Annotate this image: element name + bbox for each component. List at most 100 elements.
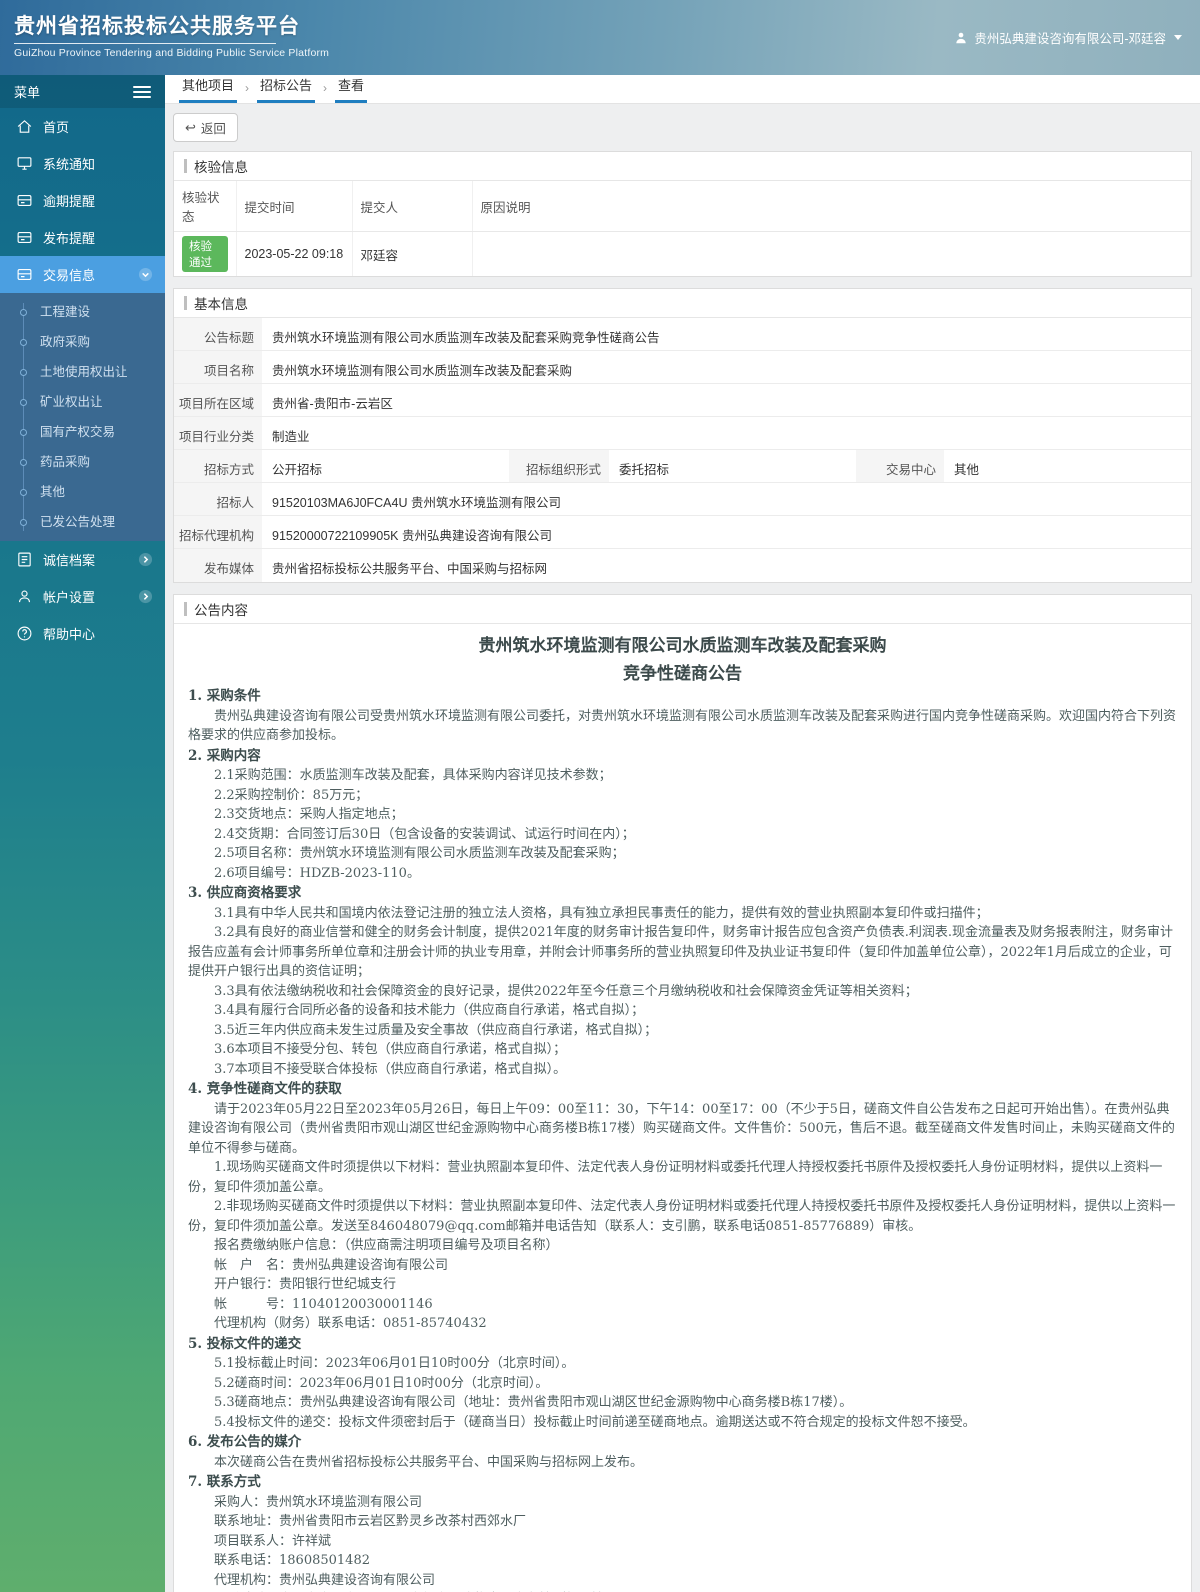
sidebar-item-home[interactable]: 首页 bbox=[0, 108, 165, 145]
back-button-label: 返回 bbox=[200, 122, 226, 136]
field-row-notice-title: 公告标题 贵州筑水环境监测有限公司水质监测车改装及配套采购竞争性磋商公告 bbox=[174, 318, 1191, 351]
doc-title-line1: 贵州筑水环境监测有限公司水质监测车改装及配套采购 bbox=[478, 636, 887, 656]
submenu-item-construction[interactable]: 工程建设 bbox=[0, 297, 165, 327]
doc-paragraph: 2.6项目编号：HDZB-2023-110。 bbox=[214, 865, 420, 881]
reason-cell bbox=[472, 231, 1191, 276]
doc-paragraph: 2.2采购控制价：85万元； bbox=[214, 787, 369, 803]
doc-section-heading: 6. 发布公告的媒介 bbox=[188, 1434, 302, 1450]
field-value: 其他 bbox=[954, 463, 980, 477]
hamburger-icon[interactable] bbox=[133, 83, 151, 101]
doc-section-heading: 2. 采购内容 bbox=[188, 747, 261, 764]
sidebar-item-system-notice[interactable]: 系统通知 bbox=[0, 145, 165, 182]
col-submitter: 提交人 bbox=[352, 181, 473, 232]
breadcrumb-item-tender-notice[interactable]: 招标公告 bbox=[257, 75, 316, 103]
chevron-right-icon bbox=[138, 589, 153, 604]
basic-panel-title: 基本信息 bbox=[194, 297, 248, 312]
doc-body: 1. 采购条件 贵州弘典建设咨询有限公司受贵州筑水环境监测有限公司委托，对贵州筑水… bbox=[188, 687, 1177, 1592]
user-icon bbox=[956, 32, 966, 43]
field-value: 公开招标 bbox=[272, 463, 323, 477]
sidebar-item-trade-info[interactable]: 交易信息 bbox=[0, 256, 165, 293]
toolbar: ↩ 返回 bbox=[165, 104, 1200, 151]
col-submit-time: 提交时间 bbox=[236, 181, 353, 232]
doc-paragraph: 3.4具有履行合同所必备的设备和技术能力（供应商自行承诺，格式自拟）； bbox=[214, 1003, 645, 1018]
breadcrumb-item-view[interactable]: 查看 bbox=[335, 75, 368, 103]
verify-info-panel: 核验信息 核验状态 提交时间 提交人 原因说明 核验通过 2023-05-22 … bbox=[173, 151, 1192, 277]
verify-table: 核验状态 提交时间 提交人 原因说明 核验通过 2023-05-22 09:18… bbox=[174, 181, 1191, 276]
doc-paragraph: 2.5项目名称：贵州筑水环境监测有限公司水质监测车改装及配套采购； bbox=[214, 846, 625, 861]
submenu-item-mining-rights[interactable]: 矿业权出让 bbox=[0, 387, 165, 417]
status-badge: 核验通过 bbox=[182, 236, 228, 272]
breadcrumb: 其他项目 › 招标公告 › 查看 bbox=[165, 75, 1200, 104]
doc-paragraph: 3.3具有依法缴纳税收和社会保障资金的良好记录，提供2022年至今任意三个月缴纳… bbox=[214, 983, 918, 999]
announcement-panel-title: 公告内容 bbox=[194, 603, 248, 618]
field-row-project-name: 项目名称 贵州筑水环境监测有限公司水质监测车改装及配套采购 bbox=[174, 351, 1191, 384]
field-row-industry: 项目行业分类 制造业 bbox=[174, 417, 1191, 450]
doc-paragraph: 2.3交货地点：采购人指定地点； bbox=[214, 807, 404, 822]
submit-time-cell: 2023-05-22 09:18 bbox=[236, 231, 353, 276]
chevron-down-icon bbox=[1174, 35, 1182, 40]
app-window: 贵州省招标投标公共服务平台 GuiZhou Province Tendering… bbox=[0, 0, 1200, 1592]
field-value: 贵州省-贵阳市-云岩区 bbox=[272, 397, 393, 411]
field-value: 制造业 bbox=[272, 430, 310, 444]
monitor-icon bbox=[17, 157, 32, 170]
doc-paragraph: 5.4投标文件的递交：投标文件须密封后于（磋商当日）投标截止时间前递至磋商地点。… bbox=[214, 1414, 976, 1430]
logo-divider bbox=[14, 43, 276, 44]
doc-paragraph: 联系地址：贵州省贵阳市云岩区黔灵乡改茶村西郊水厂 bbox=[214, 1514, 527, 1529]
submenu-item-other[interactable]: 其他 bbox=[0, 477, 165, 507]
sidebar-item-label: 交易信息 bbox=[43, 268, 96, 283]
doc-paragraph: 5.2磋商时间：2023年06月01日10时00分（北京时间）。 bbox=[214, 1375, 549, 1391]
field-label: 交易中心 bbox=[856, 450, 944, 482]
doc-paragraph: 2.4交货期：合同签订后30日（包含设备的安装调试、试运行时间在内）； bbox=[214, 826, 635, 842]
sidebar: 菜单 首页 系统通知 逾期提醒 发布提醒 交易信息 工程建设 政府采购 土地使用… bbox=[0, 75, 165, 1592]
verify-table-header-row: 核验状态 提交时间 提交人 原因说明 bbox=[174, 181, 1191, 232]
sidebar-item-credit-archive[interactable]: 诚信档案 bbox=[0, 541, 165, 578]
field-label: 项目行业分类 bbox=[174, 417, 262, 449]
sidebar-item-help-center[interactable]: 帮助中心 bbox=[0, 615, 165, 652]
doc-section-heading: 5. 投标文件的递交 bbox=[188, 1335, 302, 1352]
back-button[interactable]: ↩ 返回 bbox=[173, 113, 238, 142]
home-icon bbox=[17, 120, 32, 133]
doc-paragraph: 帐 号：11040120030001146 bbox=[214, 1296, 433, 1312]
person-icon bbox=[18, 590, 31, 603]
announcement-panel: 公告内容 贵州筑水环境监测有限公司水质监测车改装及配套采购 竞争性磋商公告 1.… bbox=[173, 594, 1192, 1592]
submenu-item-drug-procurement[interactable]: 药品采购 bbox=[0, 447, 165, 477]
section-bar bbox=[184, 159, 187, 173]
doc-paragraph: 3.7本项目不接受联合体投标（供应商自行承诺，格式自拟）。 bbox=[214, 1061, 567, 1077]
announcement-document: 贵州筑水环境监测有限公司水质监测车改装及配套采购 竞争性磋商公告 1. 采购条件… bbox=[174, 624, 1191, 1592]
sidebar-item-label: 帐户设置 bbox=[43, 590, 96, 605]
doc-title-line2: 竞争性磋商公告 bbox=[623, 664, 742, 684]
sidebar-item-label: 系统通知 bbox=[43, 157, 96, 172]
doc-section-heading: 7. 联系方式 bbox=[188, 1474, 261, 1490]
sidebar-item-publish-reminder[interactable]: 发布提醒 bbox=[0, 219, 165, 256]
sidebar-item-overdue-reminder[interactable]: 逾期提醒 bbox=[0, 182, 165, 219]
user-menu[interactable]: 贵州弘典建设咨询有限公司-邓廷容 bbox=[954, 28, 1182, 47]
doc-paragraph: 请于2023年05月22日至2023年05月26日，每日上午09：00至11：3… bbox=[188, 1101, 1175, 1156]
verify-panel-header: 核验信息 bbox=[174, 152, 1191, 181]
sidebar-item-account-settings[interactable]: 帐户设置 bbox=[0, 578, 165, 615]
chevron-down-icon bbox=[138, 267, 153, 282]
verify-panel-title: 核验信息 bbox=[194, 160, 248, 175]
doc-paragraph: 帐 户 名：贵州弘典建设咨询有限公司 bbox=[214, 1257, 449, 1273]
field-row-tenderee: 招标人 91520103MA6J0FCA4U 贵州筑水环境监测有限公司 bbox=[174, 483, 1191, 516]
field-label: 招标方式 bbox=[174, 450, 262, 482]
sidebar-item-label: 逾期提醒 bbox=[43, 194, 96, 209]
doc-paragraph: 5.1投标截止时间：2023年06月01日10时00分（北京时间）。 bbox=[214, 1356, 575, 1371]
breadcrumb-item-other-projects[interactable]: 其他项目 bbox=[179, 75, 238, 103]
card-icon bbox=[17, 231, 32, 244]
doc-paragraph: 开户银行：贵阳银行世纪城支行 bbox=[214, 1277, 397, 1292]
card-icon bbox=[17, 194, 32, 207]
field-value: 91520000722109905K 贵州弘典建设咨询有限公司 bbox=[272, 529, 552, 543]
doc-paragraph: 本次磋商公告在贵州省招标投标公共服务平台、中国采购与招标网上发布。 bbox=[214, 1454, 644, 1470]
submenu-item-state-property[interactable]: 国有产权交易 bbox=[0, 417, 165, 447]
field-row-bid-method: 招标方式 公开招标 招标组织形式 委托招标 交易中心 其他 bbox=[174, 450, 1191, 483]
submenu-item-gov-procurement[interactable]: 政府采购 bbox=[0, 327, 165, 357]
submenu-item-land-use[interactable]: 土地使用权出让 bbox=[0, 357, 165, 387]
field-label: 招标人 bbox=[174, 483, 262, 515]
doc-paragraph: 5.3磋商地点：贵州弘典建设咨询有限公司（地址：贵州省贵阳市观山湖区世纪金源购物… bbox=[214, 1395, 853, 1410]
sidebar-item-label: 首页 bbox=[43, 120, 70, 135]
sidebar-item-label: 诚信档案 bbox=[43, 553, 96, 568]
user-name: 贵州弘典建设咨询有限公司-邓廷容 bbox=[974, 32, 1166, 46]
main-content: 其他项目 › 招标公告 › 查看 ↩ 返回 核验信息 核验状态 提交时间 提交人… bbox=[165, 75, 1200, 1592]
field-row-region: 项目所在区域 贵州省-贵阳市-云岩区 bbox=[174, 384, 1191, 417]
submenu-item-published-notices[interactable]: 已发公告处理 bbox=[0, 507, 165, 537]
